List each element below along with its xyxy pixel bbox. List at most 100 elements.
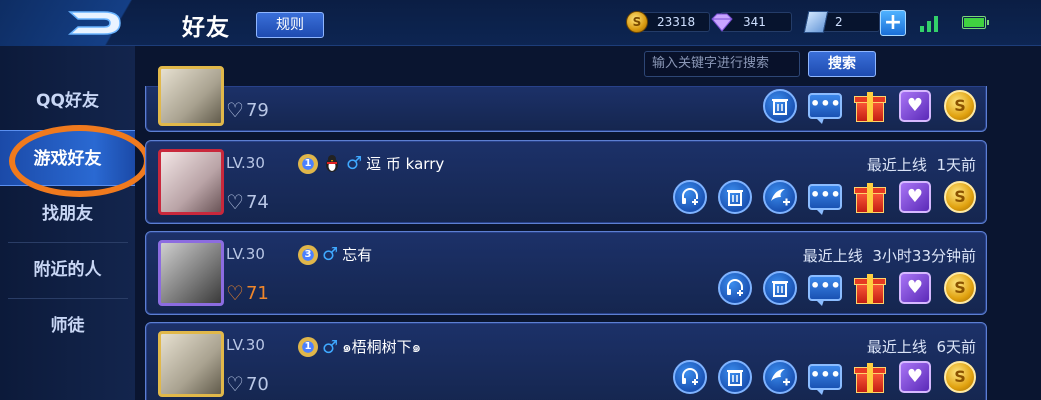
gold-coin-icon: S [626, 11, 648, 33]
friend-card[interactable]: ♡ 79 ••• ♥ S [145, 66, 987, 132]
last-online: 最近上线 1天前 [867, 154, 976, 175]
gift-button[interactable] [854, 90, 886, 122]
avatar[interactable] [158, 149, 224, 215]
heart-icon: ♡ [226, 372, 244, 396]
chat-icon: ••• [810, 365, 841, 384]
last-online: 最近上线 6天前 [867, 336, 976, 357]
send-gold-button[interactable]: S [944, 361, 976, 393]
sidebar-item-nearby[interactable]: 附近的人 [0, 242, 135, 298]
delete-friend-button[interactable] [763, 271, 797, 305]
avatar[interactable] [158, 331, 224, 397]
intimacy-button[interactable]: ♥ [899, 361, 931, 393]
headset-plus-icon [727, 279, 743, 296]
friend-name: 忘有 [342, 246, 373, 264]
voucher-counter: 2 [803, 11, 880, 33]
gift-button[interactable] [854, 181, 886, 213]
intimacy-button[interactable]: ♥ [899, 90, 931, 122]
heart-icon: ♥ [906, 277, 924, 298]
invite-team-button[interactable] [718, 271, 752, 305]
top-bar: 好友 规则 S 23318 341 2 + [0, 0, 1041, 46]
friend-actions: ••• ♥ S [717, 270, 978, 306]
trash-icon [772, 99, 788, 115]
signal-icon [920, 14, 944, 32]
chat-button[interactable]: ••• [808, 184, 842, 215]
level-label: LV.30 [226, 245, 265, 263]
invite-team-button[interactable] [673, 360, 707, 394]
wings-plus-icon [771, 369, 790, 386]
male-gender-icon: ♂ [346, 153, 363, 174]
friend-name: ๑梧桐树下๑ [342, 338, 422, 356]
intimacy-value: 79 [245, 99, 269, 121]
gift-icon [867, 92, 873, 122]
chat-icon: ••• [810, 276, 841, 295]
rules-button[interactable]: 规则 [256, 12, 324, 38]
intimacy-value: 71 [245, 282, 269, 304]
gold-coin-icon: S [954, 367, 966, 386]
page-title: 好友 [182, 15, 230, 41]
sidebar-item-qq-friends[interactable]: QQ好友 [0, 73, 135, 129]
intimacy-value: 74 [245, 191, 269, 213]
wings-plus-icon [771, 189, 790, 206]
search-button[interactable]: 搜索 [808, 51, 876, 77]
friend-card[interactable]: LV.30 1 ♂ ๑梧桐树下๑ 最近上线 6天前 ♡ 70 ••• ♥ S [145, 322, 987, 400]
rank-badge: 3 [298, 244, 318, 265]
trash-icon [727, 190, 743, 206]
trash-icon [772, 281, 788, 297]
friend-name-row: 1 ♂ ๑梧桐树下๑ [298, 335, 421, 359]
chat-button[interactable]: ••• [808, 93, 842, 124]
headset-plus-icon [682, 188, 698, 205]
plus-icon: + [883, 10, 903, 35]
friend-card[interactable]: LV.30 3 ♂ 忘有 最近上线 3小时33分钟前 ♡ 71 ••• ♥ S [145, 231, 987, 315]
delete-friend-button[interactable] [718, 360, 752, 394]
send-gold-button[interactable]: S [944, 90, 976, 122]
gold-coin-icon: S [954, 187, 966, 206]
level-label: LV.30 [226, 336, 265, 354]
send-gold-button[interactable]: S [944, 272, 976, 304]
avatar[interactable] [158, 240, 224, 306]
friend-card[interactable]: LV.30 1 ♂ 逗 币 karry 最近上线 1天前 ♡ 74 ••• ♥ S [145, 140, 987, 224]
intimacy-button[interactable]: ♥ [899, 181, 931, 213]
add-close-friend-button[interactable] [763, 180, 797, 214]
heart-icon: ♡ [226, 281, 244, 305]
send-gold-button[interactable]: S [944, 181, 976, 213]
battery-icon [962, 16, 989, 29]
back-button[interactable] [0, 0, 160, 46]
gift-button[interactable] [854, 272, 886, 304]
sidebar-item-mentor[interactable]: 师徒 [0, 298, 135, 354]
rank-badge: 1 [298, 153, 318, 174]
male-gender-icon: ♂ [322, 336, 339, 358]
delete-friend-button[interactable] [718, 180, 752, 214]
highlight-annotation-ring [9, 125, 150, 197]
heart-icon: ♥ [906, 95, 924, 116]
avatar[interactable] [158, 66, 224, 126]
gold-coin-icon: S [954, 278, 966, 297]
gold-coin-icon: S [954, 96, 966, 115]
search-input[interactable]: 输入关键字进行搜索 [644, 51, 800, 77]
gift-button[interactable] [854, 361, 886, 393]
intimacy-button[interactable]: ♥ [899, 272, 931, 304]
heart-icon: ♥ [906, 366, 924, 387]
delete-friend-button[interactable] [763, 89, 797, 123]
level-label: LV.30 [226, 154, 265, 172]
intimacy: ♡ 74 [226, 190, 269, 214]
sidebar: QQ好友 游戏好友 找朋友 附近的人 师徒 [0, 46, 135, 400]
chat-icon: ••• [810, 185, 841, 204]
last-online-value: 3小时33分钟前 [872, 247, 976, 265]
friend-name: 逗 币 karry [366, 155, 445, 173]
chat-icon: ••• [810, 94, 841, 113]
friend-actions: ••• ♥ S [672, 359, 978, 395]
chat-button[interactable]: ••• [808, 275, 842, 306]
heart-icon: ♡ [226, 98, 244, 122]
back-arrow-icon [68, 11, 121, 35]
last-online: 最近上线 3小时33分钟前 [803, 245, 976, 266]
invite-team-button[interactable] [673, 180, 707, 214]
diamond-counter: 341 [710, 11, 792, 33]
intimacy: ♡ 71 [226, 281, 269, 305]
intimacy-value: 70 [245, 373, 269, 395]
intimacy: ♡ 79 [226, 98, 269, 122]
chat-button[interactable]: ••• [808, 364, 842, 395]
add-close-friend-button[interactable] [763, 360, 797, 394]
male-gender-icon: ♂ [322, 244, 339, 265]
heart-icon: ♡ [226, 190, 244, 214]
add-currency-button[interactable]: + [880, 10, 906, 36]
